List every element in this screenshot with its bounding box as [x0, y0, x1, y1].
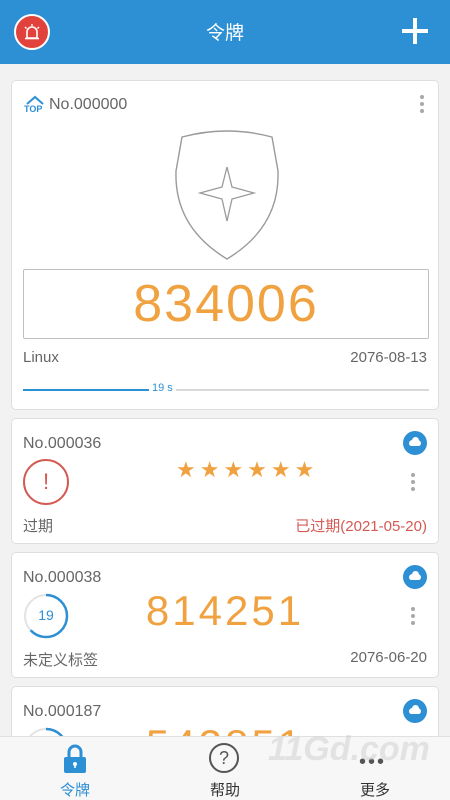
more-options-icon[interactable]: [410, 607, 416, 627]
token-expiry: 已过期(2021-05-20): [295, 518, 427, 535]
token-label: 过期: [23, 518, 54, 535]
more-options-icon[interactable]: [419, 95, 425, 115]
watermark: 11Gd.com: [268, 730, 430, 768]
add-icon[interactable]: [402, 18, 428, 44]
token-expiry: 2076-08-13: [350, 349, 427, 366]
cloud-sync-icon[interactable]: [403, 431, 427, 455]
token-card[interactable]: No.000038 19 814251 未定义标签 2076-06-20: [11, 552, 439, 678]
token-code: 814251: [145, 587, 305, 634]
token-expiry: 2076-06-20: [350, 649, 427, 666]
nav-label: 令牌: [59, 782, 90, 799]
top-pin-icon: TOP: [23, 95, 47, 117]
shield-icon: [175, 130, 279, 260]
help-icon: ?: [209, 743, 239, 773]
cloud-sync-icon[interactable]: [403, 565, 427, 589]
page-title: 令牌: [205, 23, 244, 44]
nav-tab-help[interactable]: ? 帮助: [175, 737, 275, 800]
token-card[interactable]: No.000036 ! ★★★★★★ 过期 已过期(2021-05-20): [11, 418, 439, 544]
nav-label: 更多: [359, 782, 390, 799]
countdown-progress-fill: [23, 389, 153, 391]
token-card-primary[interactable]: TOP No.000000 834006 Linux 2076-08-13 19…: [11, 80, 439, 410]
token-number: No.000187: [23, 703, 102, 720]
lock-icon: [64, 744, 86, 773]
top-app-bar: 令牌: [0, 0, 450, 64]
countdown-text: 19 s: [149, 382, 176, 394]
expired-warning-icon: !: [23, 459, 69, 505]
token-label: Linux: [23, 349, 59, 366]
nav-label: 帮助: [209, 782, 240, 799]
token-code: 834006: [133, 275, 319, 333]
token-code-hidden: ★★★★★★: [176, 457, 319, 482]
more-options-icon[interactable]: [410, 473, 416, 493]
countdown-progress-bar: [23, 389, 429, 391]
token-number: No.000038: [23, 569, 102, 586]
nav-tab-token[interactable]: 令牌: [25, 737, 125, 800]
token-number: No.000036: [23, 435, 102, 452]
code-display-box: 834006: [23, 269, 429, 339]
token-label: 未定义标签: [23, 652, 99, 669]
token-number: No.000000: [49, 96, 128, 113]
cloud-sync-icon[interactable]: [403, 699, 427, 723]
